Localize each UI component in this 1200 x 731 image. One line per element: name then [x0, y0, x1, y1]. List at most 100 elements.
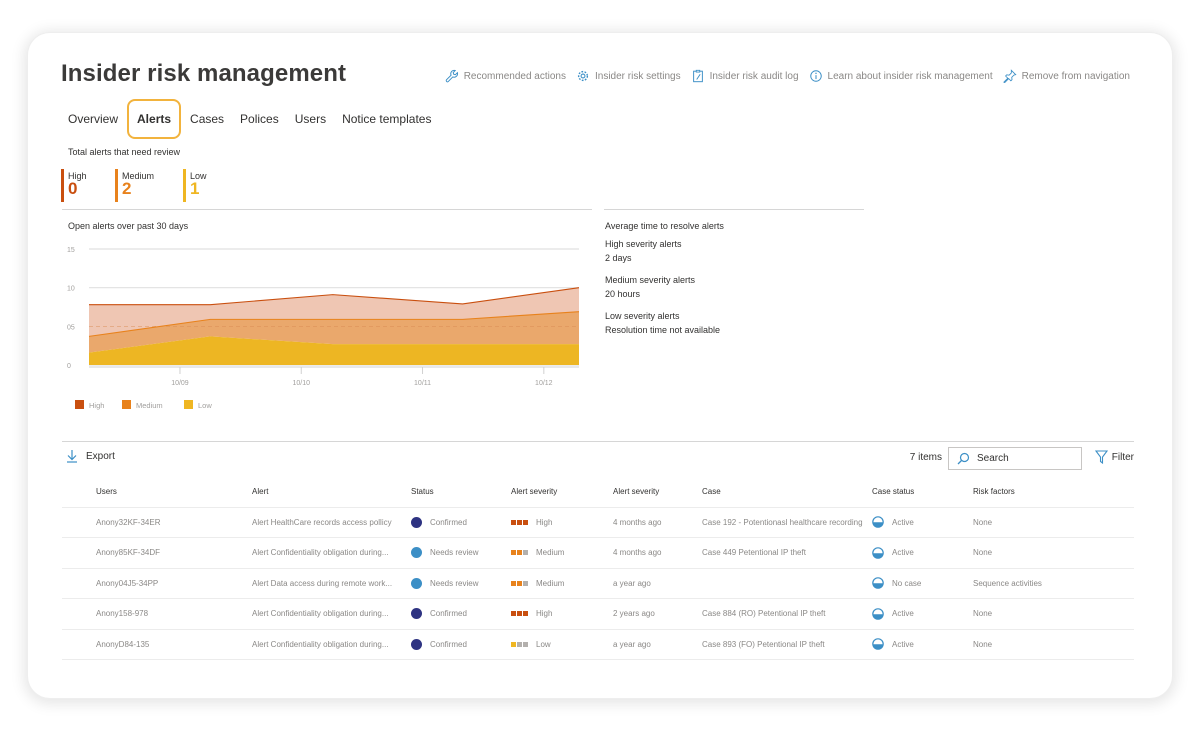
export-button[interactable]: Export [66, 449, 115, 463]
legend-label-high: High [89, 401, 104, 410]
severity-text: High [536, 517, 553, 527]
cell-case[interactable]: Case 893 (FO) Petentional IP theft [702, 629, 872, 660]
case-status-text: Active [892, 639, 914, 649]
cell-user[interactable]: Anony158-978 [96, 598, 252, 630]
resolve-divider [604, 209, 864, 210]
pin-icon [1002, 69, 1017, 83]
legend-swatch-medium [122, 400, 131, 409]
legend-swatch-low [184, 400, 193, 409]
cell-risk-factors: None [973, 537, 1134, 569]
table-row[interactable]: Anony04J5-34PP Alert Data access during … [62, 568, 1134, 599]
cell-risk-factors: None [973, 507, 1134, 538]
cell-case[interactable]: Case 449 Petentional IP theft [702, 537, 872, 569]
total-low: Low 1 [183, 169, 233, 202]
cell-status: Confirmed [411, 507, 511, 538]
severity-bars-icon [511, 580, 528, 586]
resolve-high-title: High severity alerts [605, 239, 682, 249]
x-tick-label: 10/11 [414, 380, 431, 387]
column-header-case[interactable]: Case [702, 477, 872, 508]
cell-user[interactable]: Anony85KF-34DF [96, 537, 252, 569]
table-row[interactable]: AnonyD84-135 Alert Confidentiality oblig… [62, 629, 1134, 660]
search-box[interactable] [948, 447, 1082, 470]
total-low-value: 1 [190, 179, 200, 198]
alert-totals: High 0 Medium 2 Low 1 [61, 169, 233, 202]
case-status-icon [872, 638, 884, 651]
cell-case[interactable]: Case 884 (RO) Petentional IP theft [702, 598, 872, 630]
insider-risk-audit-log-link[interactable]: Insider risk audit log [691, 69, 799, 83]
chart-divider [62, 209, 592, 210]
case-status-text: Active [892, 517, 914, 527]
cell-case-status: Active [872, 629, 973, 660]
cell-case[interactable]: Case 192 - Potentionasl healthcare recor… [702, 507, 872, 538]
cell-age: 4 months ago [613, 507, 702, 538]
severity-bars-icon [511, 550, 528, 556]
severity-text: Medium [536, 578, 565, 588]
column-header-alert-severity[interactable]: Alert severity [511, 477, 613, 508]
table-toolbar: Export 7 items Filter [62, 447, 1134, 470]
case-status-text: Active [892, 609, 914, 619]
legend-swatch-high [75, 400, 84, 409]
table-row[interactable]: Anony158-978 Alert Confidentiality oblig… [62, 598, 1134, 630]
cell-user[interactable]: Anony32KF-34ER [96, 507, 252, 538]
total-high: High 0 [61, 169, 115, 202]
cell-age: 2 years ago [613, 598, 702, 630]
y-tick-label: 10 [67, 286, 75, 293]
remove-from-navigation-link[interactable]: Remove from navigation [1002, 69, 1130, 83]
cell-age: 4 months ago [613, 537, 702, 569]
cell-alert[interactable]: Alert Confidentiality obligation during.… [252, 598, 411, 630]
cell-risk-factors: Sequence activities [973, 568, 1134, 599]
learn-about-link[interactable]: Learn about insider risk management [809, 69, 993, 83]
cell-alert[interactable]: Alert Confidentiality obligation during.… [252, 537, 411, 569]
cell-severity: High [511, 507, 613, 538]
column-header-risk-factors[interactable]: Risk factors [973, 477, 1134, 508]
case-status-text: No case [892, 578, 922, 588]
case-status-text: Active [892, 548, 914, 558]
legend-label-medium: Medium [136, 401, 163, 410]
recommended-actions-link[interactable]: Recommended actions [445, 69, 566, 83]
tab-overview[interactable]: Overview [60, 101, 126, 137]
resolve-medium-value: 20 hours [605, 289, 641, 299]
cell-severity: High [511, 598, 613, 630]
status-dot-icon [411, 638, 422, 650]
insider-risk-settings-link[interactable]: Insider risk settings [576, 69, 681, 83]
resolve-low-title: Low severity alerts [605, 311, 680, 321]
column-header-users[interactable]: Users [96, 477, 252, 508]
column-header-alert[interactable]: Alert [252, 477, 411, 508]
cell-user[interactable]: Anony04J5-34PP [96, 568, 252, 599]
table-divider [62, 441, 1134, 442]
tab-cases[interactable]: Cases [182, 101, 232, 137]
table-row[interactable]: Anony32KF-34ER Alert HealthCare records … [62, 507, 1134, 538]
clipboard-icon [692, 69, 703, 83]
table-row[interactable]: Anony85KF-34DF Alert Confidentiality obl… [62, 537, 1134, 569]
cell-user[interactable]: AnonyD84-135 [96, 629, 252, 660]
cell-age: a year ago [613, 629, 702, 660]
severity-bars-icon [511, 641, 528, 647]
cell-status: Needs review [411, 568, 511, 599]
resolve-high-value: 2 days [605, 253, 632, 263]
resolve-time-panel: Average time to resolve alerts High seve… [605, 221, 865, 347]
cell-case[interactable] [702, 568, 872, 599]
filter-icon [1094, 450, 1108, 464]
y-tick-label: 0 [67, 363, 71, 370]
tab-polices[interactable]: Polices [232, 101, 287, 137]
column-header-status[interactable]: Status [411, 477, 511, 508]
case-status-icon [872, 546, 884, 559]
cell-alert[interactable]: Alert Data access during remote work... [252, 568, 411, 599]
tab-alerts[interactable]: Alerts [127, 99, 182, 139]
cell-severity: Medium [511, 537, 613, 569]
tab-notice-templates[interactable]: Notice templates [334, 101, 439, 137]
severity-bars-icon [511, 611, 528, 617]
x-tick-label: 10/10 [292, 380, 310, 387]
cell-alert[interactable]: Alert Confidentiality obligation during.… [252, 629, 411, 660]
tab-users[interactable]: Users [287, 101, 334, 137]
column-header-case-status[interactable]: Case status [872, 477, 973, 508]
search-input[interactable] [977, 453, 1067, 464]
total-high-value: 0 [68, 179, 78, 198]
filter-button[interactable]: Filter [1094, 450, 1134, 464]
case-status-icon [872, 577, 884, 590]
severity-bars-icon [511, 519, 528, 525]
legend-label-low: Low [198, 401, 212, 410]
cell-alert[interactable]: Alert HealthCare records access pollicy [252, 507, 411, 538]
column-header-alert-age[interactable]: Alert severity [613, 477, 702, 508]
status-dot-icon [411, 547, 422, 559]
